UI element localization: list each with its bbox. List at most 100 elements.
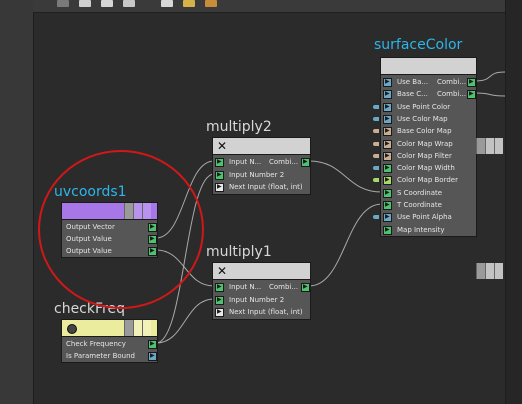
input-port[interactable]: ▶ — [383, 103, 392, 112]
node-header[interactable]: ✕ — [212, 137, 503, 155]
output-port[interactable]: ▶ — [148, 235, 157, 244]
node-parm-row[interactable]: Output Value ▶ — [62, 245, 157, 257]
node-parm-row[interactable]: Next Input (float, int) ▶ — [213, 306, 310, 318]
input-port[interactable]: ▶ — [383, 201, 392, 210]
arrow-right-icon: ▶ — [217, 296, 222, 303]
node-title[interactable]: multiply1 — [206, 244, 272, 260]
input-port[interactable]: ▶ — [215, 283, 224, 292]
input-port[interactable]: ▶ — [383, 115, 392, 124]
node-parm-row[interactable]: S Coordinate ▶ — [381, 187, 476, 199]
input-port[interactable]: ▶ — [215, 183, 224, 192]
input-port[interactable]: ▶ — [383, 176, 392, 185]
output-port[interactable]: ▶ — [467, 90, 476, 99]
node-parm-row[interactable]: Is Parameter Bound ▶ — [62, 350, 157, 362]
wire-surface-out-1[interactable] — [474, 71, 506, 82]
connector-bulb-icon — [373, 215, 379, 219]
output-port[interactable]: ▶ — [148, 340, 157, 349]
output-port[interactable]: ▶ — [467, 78, 476, 87]
output-port[interactable]: ▶ — [148, 247, 157, 256]
display-flag-button[interactable] — [476, 138, 485, 154]
input-label: Next Input (float, int) — [229, 308, 303, 316]
input-port[interactable]: ▶ — [383, 226, 392, 235]
bypass-flag-button[interactable] — [485, 263, 494, 279]
bypass-flag-button[interactable] — [133, 320, 142, 336]
input-port[interactable]: ▶ — [383, 90, 392, 99]
input-port[interactable]: ▶ — [383, 152, 392, 161]
node-parm-row[interactable]: Input Number 2 ▶ — [213, 169, 310, 181]
display-flag-button[interactable] — [124, 203, 133, 219]
connector-bulb-icon — [373, 117, 379, 121]
node-title[interactable]: surfaceColor — [374, 37, 462, 53]
multiply-icon: ✕ — [217, 139, 228, 153]
bypass-flag-button[interactable] — [485, 138, 494, 154]
node-title[interactable]: uvcoords1 — [54, 184, 127, 200]
template-flag-button[interactable] — [142, 203, 151, 219]
input-label: Input Number 2 — [229, 171, 285, 179]
node-parm-row[interactable]: Color Map Wrap ▶ — [373, 138, 476, 150]
node-parm-row[interactable]: Color Map Border ▶ — [373, 174, 476, 186]
input-port[interactable]: ▶ — [215, 171, 224, 180]
input-port[interactable]: ▶ — [215, 158, 224, 167]
input-label: Input Number 2 — [229, 296, 285, 304]
bypass-flag-button[interactable] — [133, 203, 142, 219]
node-parm-row[interactable]: Color Map Width ▶ — [373, 162, 476, 174]
node-parm-row[interactable]: Next Input (float, int) ▶ — [213, 181, 310, 193]
node-parm-row[interactable]: Input N... Combi... ▶ ▶ — [213, 156, 310, 168]
wire-uv-to-multiply2[interactable] — [155, 160, 215, 239]
input-port[interactable]: ▶ — [383, 164, 392, 173]
wire-surface-out-2[interactable] — [474, 92, 506, 97]
node-header[interactable] — [61, 202, 158, 220]
arrow-right-icon: ▶ — [150, 223, 155, 230]
node-parm-row[interactable]: Use Color Map ▶ — [373, 113, 476, 125]
template-flag-button[interactable] — [494, 263, 503, 279]
connector-bulb-icon — [373, 142, 379, 146]
wire-multiply1-to-t[interactable] — [308, 203, 383, 287]
input-port[interactable]: ▶ — [383, 127, 392, 136]
node-parm-row[interactable]: Input N... Combi... ▶ ▶ — [213, 281, 310, 293]
node-header[interactable]: ✕ — [212, 262, 503, 280]
output-port[interactable]: ▶ — [148, 352, 157, 361]
output-port[interactable]: ▶ — [301, 283, 310, 292]
input-port[interactable]: ▶ — [383, 189, 392, 198]
input-label: Color Map Filter — [397, 152, 452, 160]
input-port[interactable]: ▶ — [383, 213, 392, 222]
node-parm-row[interactable]: Check Frequency ▶ — [62, 338, 157, 350]
node-header[interactable] — [61, 319, 158, 337]
input-port[interactable]: ▶ — [383, 78, 392, 87]
arrow-right-icon: ▶ — [217, 308, 222, 315]
display-flag-button[interactable] — [124, 320, 133, 336]
input-port[interactable]: ▶ — [215, 308, 224, 317]
node-title[interactable]: multiply2 — [206, 119, 272, 135]
input-label: Color Map Border — [397, 176, 458, 184]
node-body: Use Ba... Combi... ▶ ▶ Base C... Combi... ▶ ▶ Us… — [373, 74, 477, 237]
node-parm-row[interactable]: Map Intensity ▶ — [381, 224, 476, 236]
input-label: Base Color Map — [397, 127, 452, 135]
node-parm-row[interactable]: Color Map Filter ▶ — [373, 150, 476, 162]
node-title[interactable]: checkFreq — [54, 301, 125, 317]
arrow-right-icon: ▶ — [469, 78, 474, 85]
node-parm-row[interactable]: Base C... Combi... ▶ ▶ — [381, 88, 476, 100]
display-flag-button[interactable] — [476, 263, 485, 279]
node-header[interactable] — [380, 57, 477, 75]
output-label: Combi... — [269, 158, 299, 166]
node-parm-row[interactable]: Output Vector ▶ — [62, 221, 157, 233]
template-flag-button[interactable] — [142, 320, 151, 336]
node-parm-row[interactable]: Base Color Map ▶ — [373, 125, 476, 137]
node-parm-row[interactable]: Use Point Alpha ▶ — [373, 211, 476, 223]
node-parm-row[interactable]: Output Value ▶ — [62, 233, 157, 245]
node-body: Input N... Combi... ▶ ▶ Input Number 2 ▶ Next … — [212, 279, 311, 320]
output-port[interactable]: ▶ — [148, 223, 157, 232]
arrow-right-icon: ▶ — [150, 340, 155, 347]
template-flag-button[interactable] — [494, 138, 503, 154]
output-port[interactable]: ▶ — [301, 158, 310, 167]
arrow-right-icon: ▶ — [217, 183, 222, 190]
node-parm-row[interactable]: Input Number 2 ▶ — [213, 294, 310, 306]
input-port[interactable]: ▶ — [383, 140, 392, 149]
input-port[interactable]: ▶ — [215, 296, 224, 305]
node-parm-row[interactable]: Use Point Color ▶ — [373, 101, 476, 113]
wire-multiply2-to-s[interactable] — [308, 160, 383, 193]
arrow-right-icon: ▶ — [385, 213, 390, 220]
node-parm-row[interactable]: T Coordinate ▶ — [381, 199, 476, 211]
arrow-right-icon: ▶ — [217, 158, 222, 165]
node-parm-row[interactable]: Use Ba... Combi... ▶ ▶ — [381, 76, 476, 88]
